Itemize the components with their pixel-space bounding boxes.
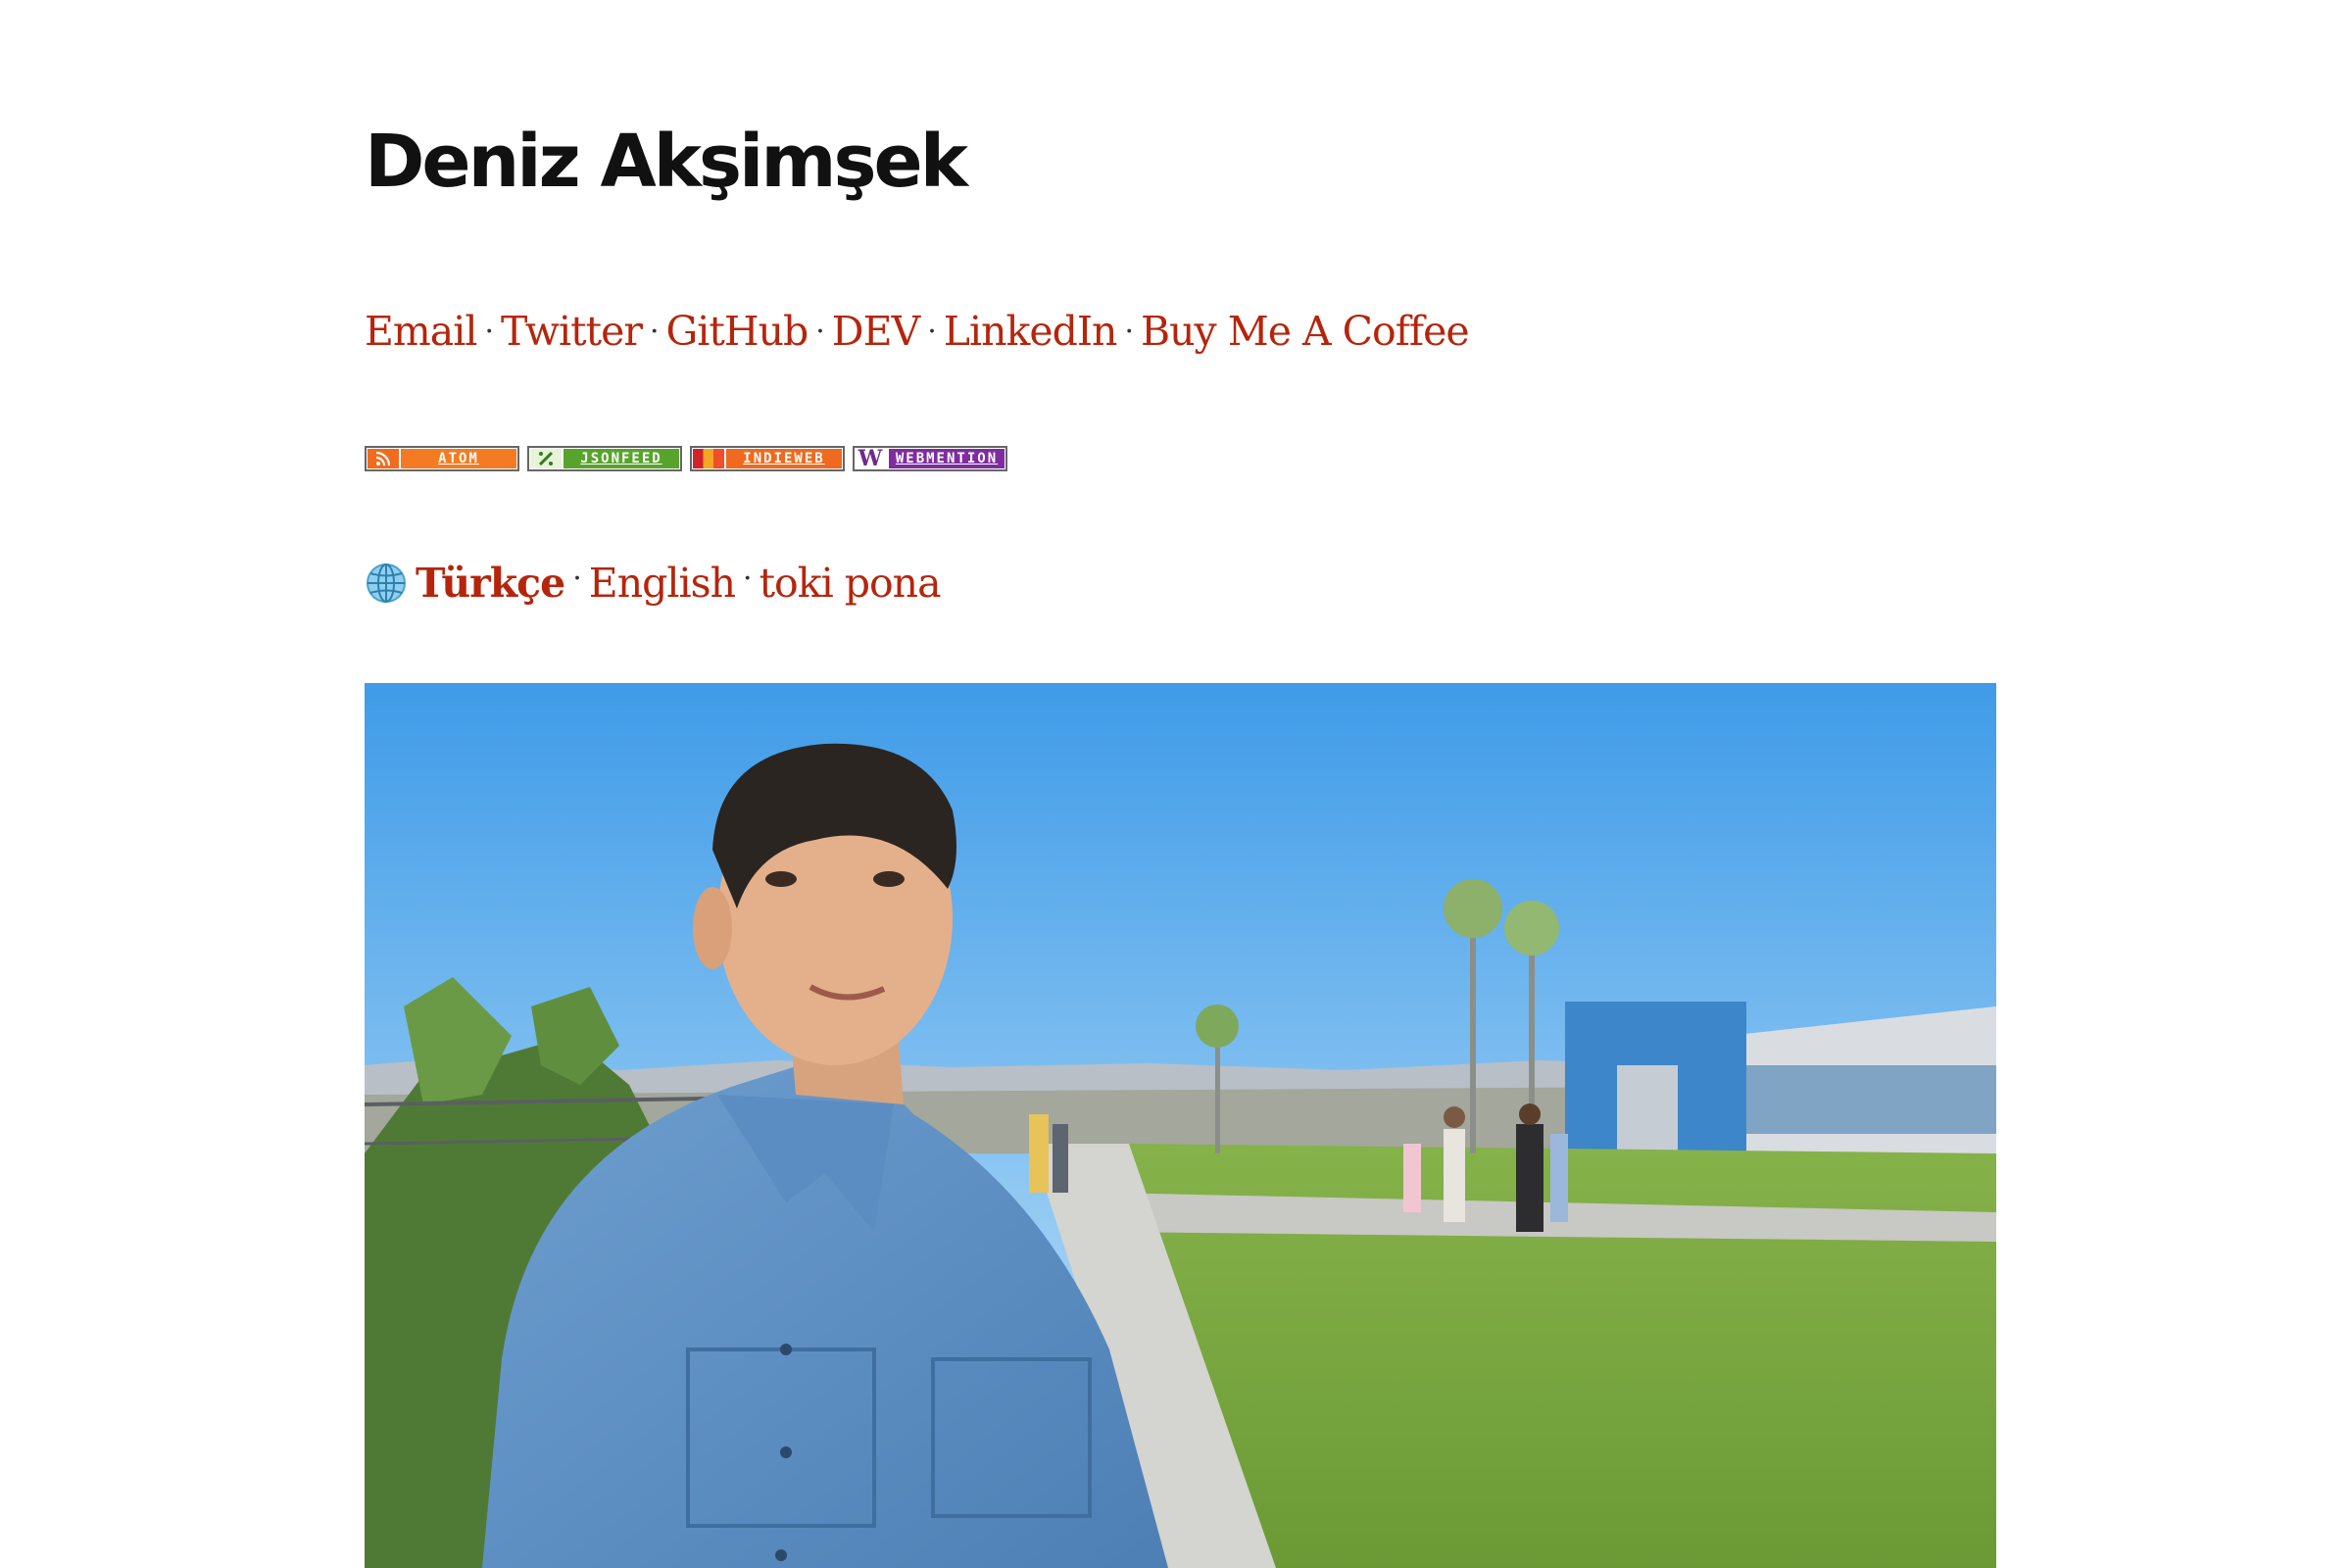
separator: · (572, 562, 582, 596)
language-switcher: Türkçe · English · toki pona (365, 559, 942, 607)
badge-label: JSONFEED (564, 449, 679, 468)
site-title: Deniz Akşimşek (365, 120, 968, 204)
badge-label: ATOM (401, 449, 516, 468)
webmention-icon: W (856, 446, 887, 471)
webmention-badge[interactable]: W WEBMENTION (853, 446, 1007, 471)
email-link[interactable]: Email (365, 308, 477, 355)
language-toki-pona-link[interactable]: toki pona (760, 563, 942, 604)
linkedin-link[interactable]: LinkedIn (944, 308, 1118, 355)
feed-badges: ATOM JSONFEED INDIEWEB W WEBMENTION (365, 446, 1007, 471)
twitter-link[interactable]: Twitter (501, 308, 643, 355)
indieweb-badge[interactable]: INDIEWEB (690, 446, 845, 471)
separator: · (1124, 315, 1134, 349)
separator: · (815, 315, 825, 349)
language-english-link[interactable]: English (589, 563, 736, 604)
github-link[interactable]: GitHub (666, 308, 809, 355)
jsonfeed-badge[interactable]: JSONFEED (527, 446, 682, 471)
profile-photo (365, 683, 1996, 1568)
jsonfeed-icon (530, 449, 562, 468)
badge-label: WEBMENTION (889, 449, 1004, 468)
separator: · (927, 315, 937, 349)
rss-icon (368, 449, 399, 468)
social-links: Email · Twitter · GitHub · DEV · LinkedIn · Buy Me… (365, 312, 1470, 352)
badge-label: INDIEWEB (726, 449, 842, 468)
buy-me-a-coffee-link[interactable]: Buy Me A Coffee (1141, 308, 1470, 355)
separator: · (649, 315, 660, 349)
indieweb-icon (693, 449, 724, 468)
globe-icon (365, 562, 408, 605)
separator: · (484, 315, 494, 349)
dev-link[interactable]: DEV (832, 308, 920, 355)
separator: · (743, 562, 753, 596)
current-language: Türkçe (416, 559, 565, 607)
atom-feed-badge[interactable]: ATOM (365, 446, 519, 471)
